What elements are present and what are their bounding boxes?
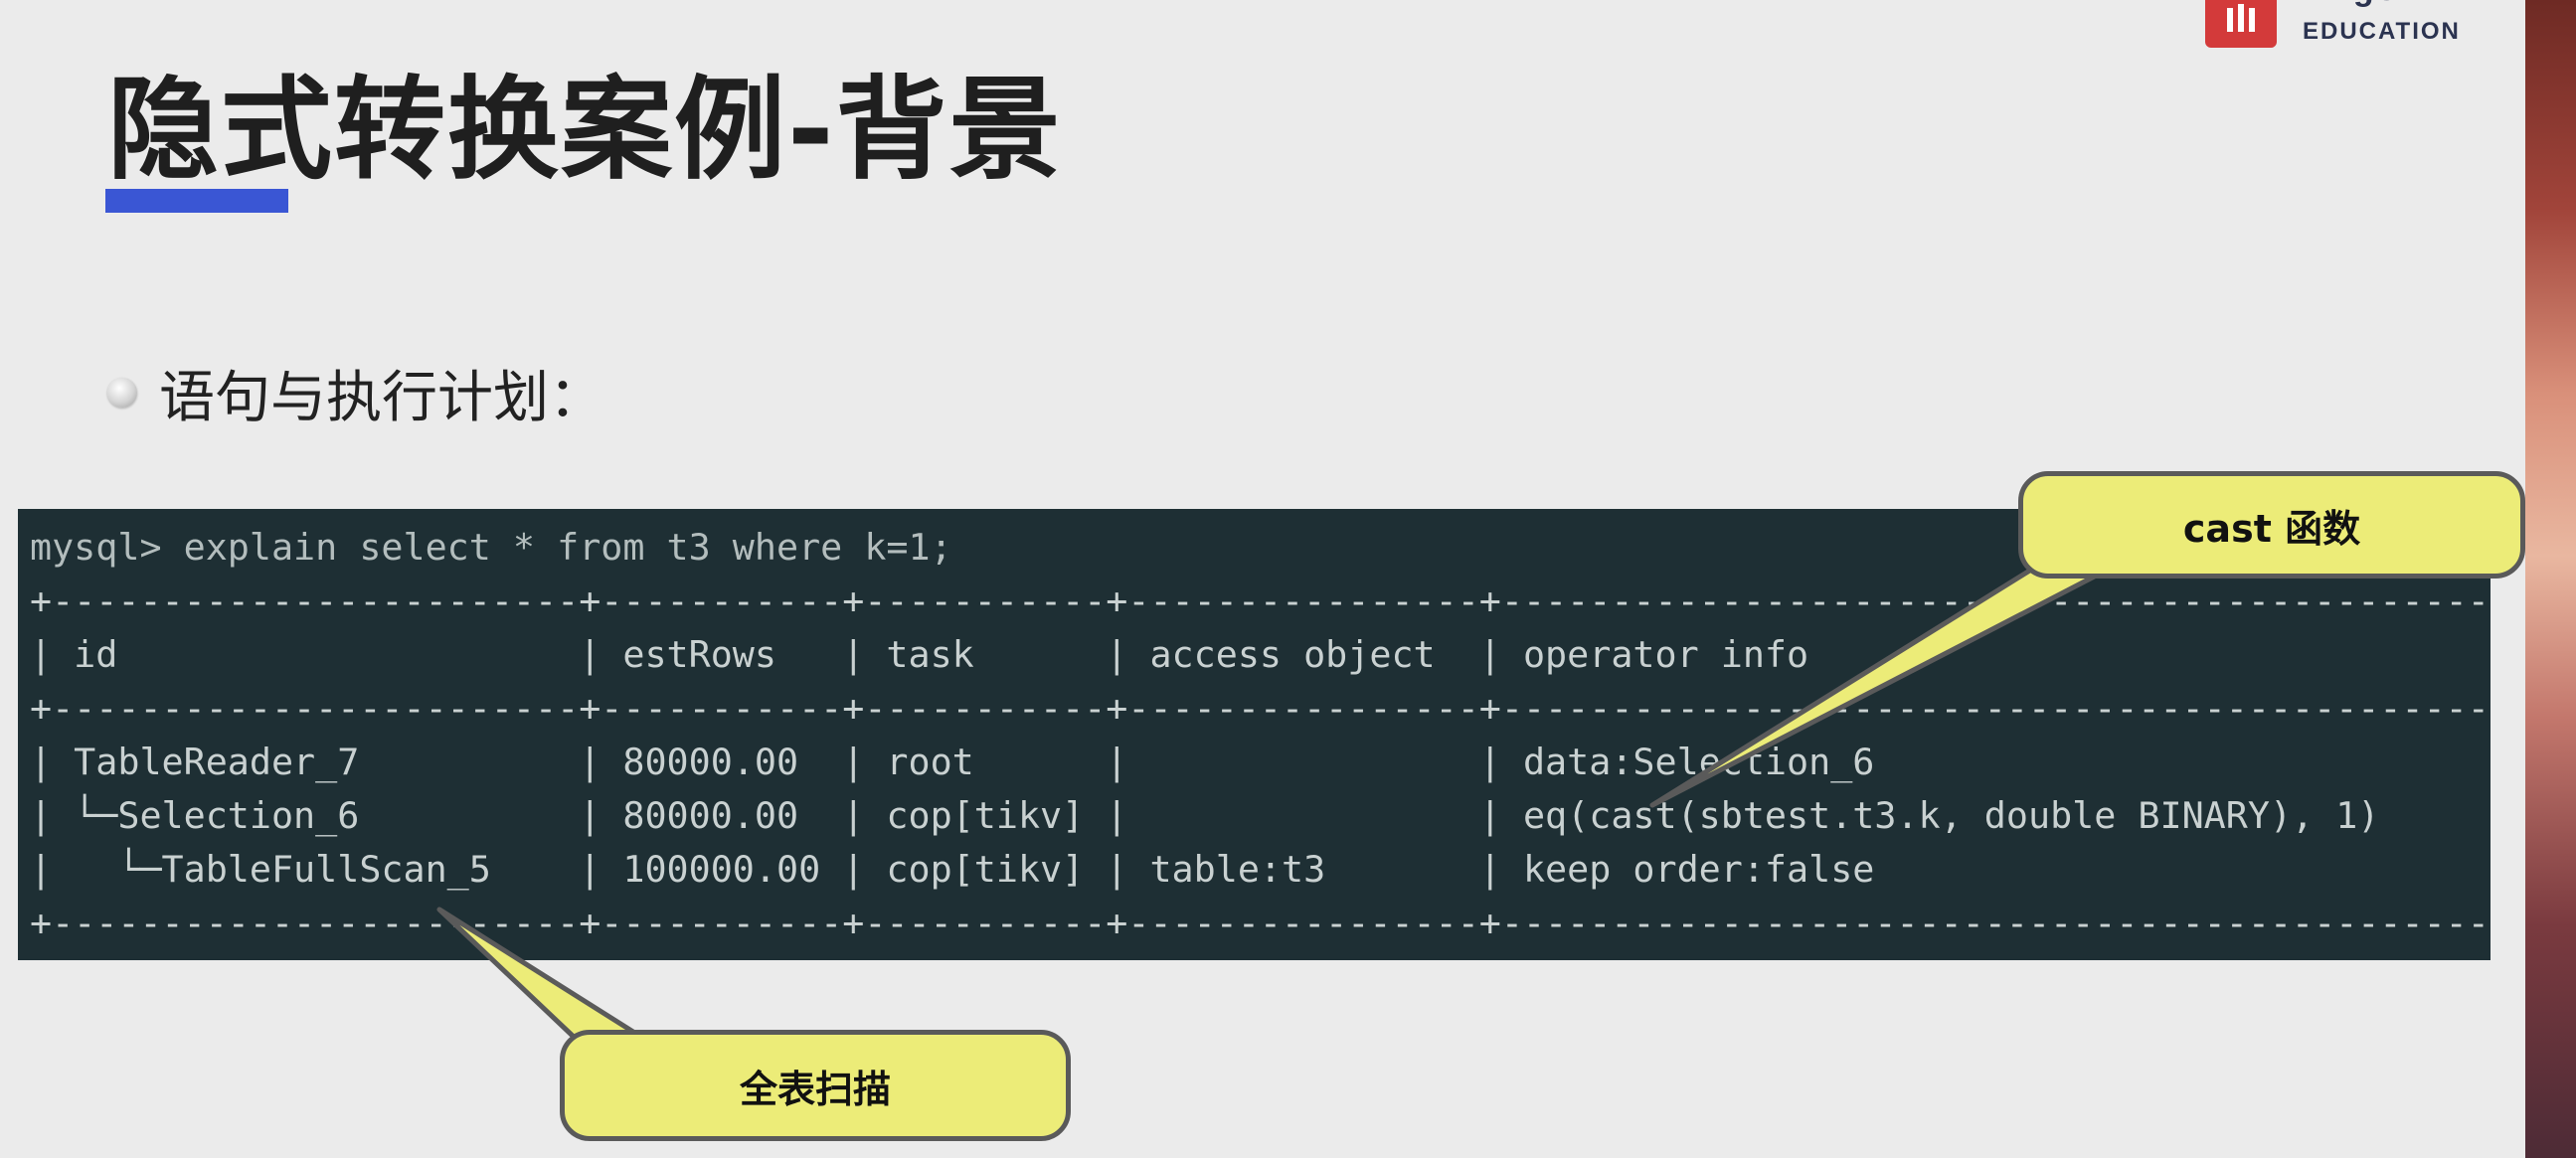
- table-border-line: +------------------------+-----------+--…: [30, 902, 2490, 944]
- table-border-line: +------------------------+-----------+--…: [30, 687, 2490, 730]
- slide-title: 隐式转换案例-背景: [107, 66, 1063, 195]
- full-scan-callout: 全表扫描: [560, 1030, 1071, 1141]
- cast-callout: cast 函数: [2018, 471, 2525, 579]
- background-edge-image: [2525, 0, 2576, 1158]
- table-row: | └─TableFullScan_5 | 100000.00 | cop[ti…: [30, 848, 2490, 891]
- table-header-row: | id | estRows | task | access object | …: [30, 633, 2490, 676]
- bullet-dot-icon: [107, 378, 137, 408]
- logo-badge-icon: [2205, 0, 2277, 48]
- bullet-item: 语句与执行计划：: [107, 358, 604, 430]
- slide: 隐式转换案例-背景 PingCAP EDUCATION 语句与执行计划： mys…: [0, 0, 2525, 1158]
- table-row: | └─Selection_6 | 80000.00 | cop[tikv] |…: [30, 794, 2490, 837]
- logo-subtitle: EDUCATION: [2303, 18, 2461, 45]
- terminal-command-line: mysql> explain select * from t3 where k=…: [30, 526, 952, 569]
- table-row: | TableReader_7 | 80000.00 | root | | da…: [30, 741, 2490, 783]
- bullet-text: 语句与执行计划：: [159, 365, 604, 430]
- title-underline: [105, 189, 288, 213]
- logo-wordmark: PingCAP: [2301, 0, 2445, 9]
- table-border-line: +------------------------+-----------+--…: [30, 579, 2490, 622]
- pingcap-logo: PingCAP EDUCATION: [2205, 0, 2503, 56]
